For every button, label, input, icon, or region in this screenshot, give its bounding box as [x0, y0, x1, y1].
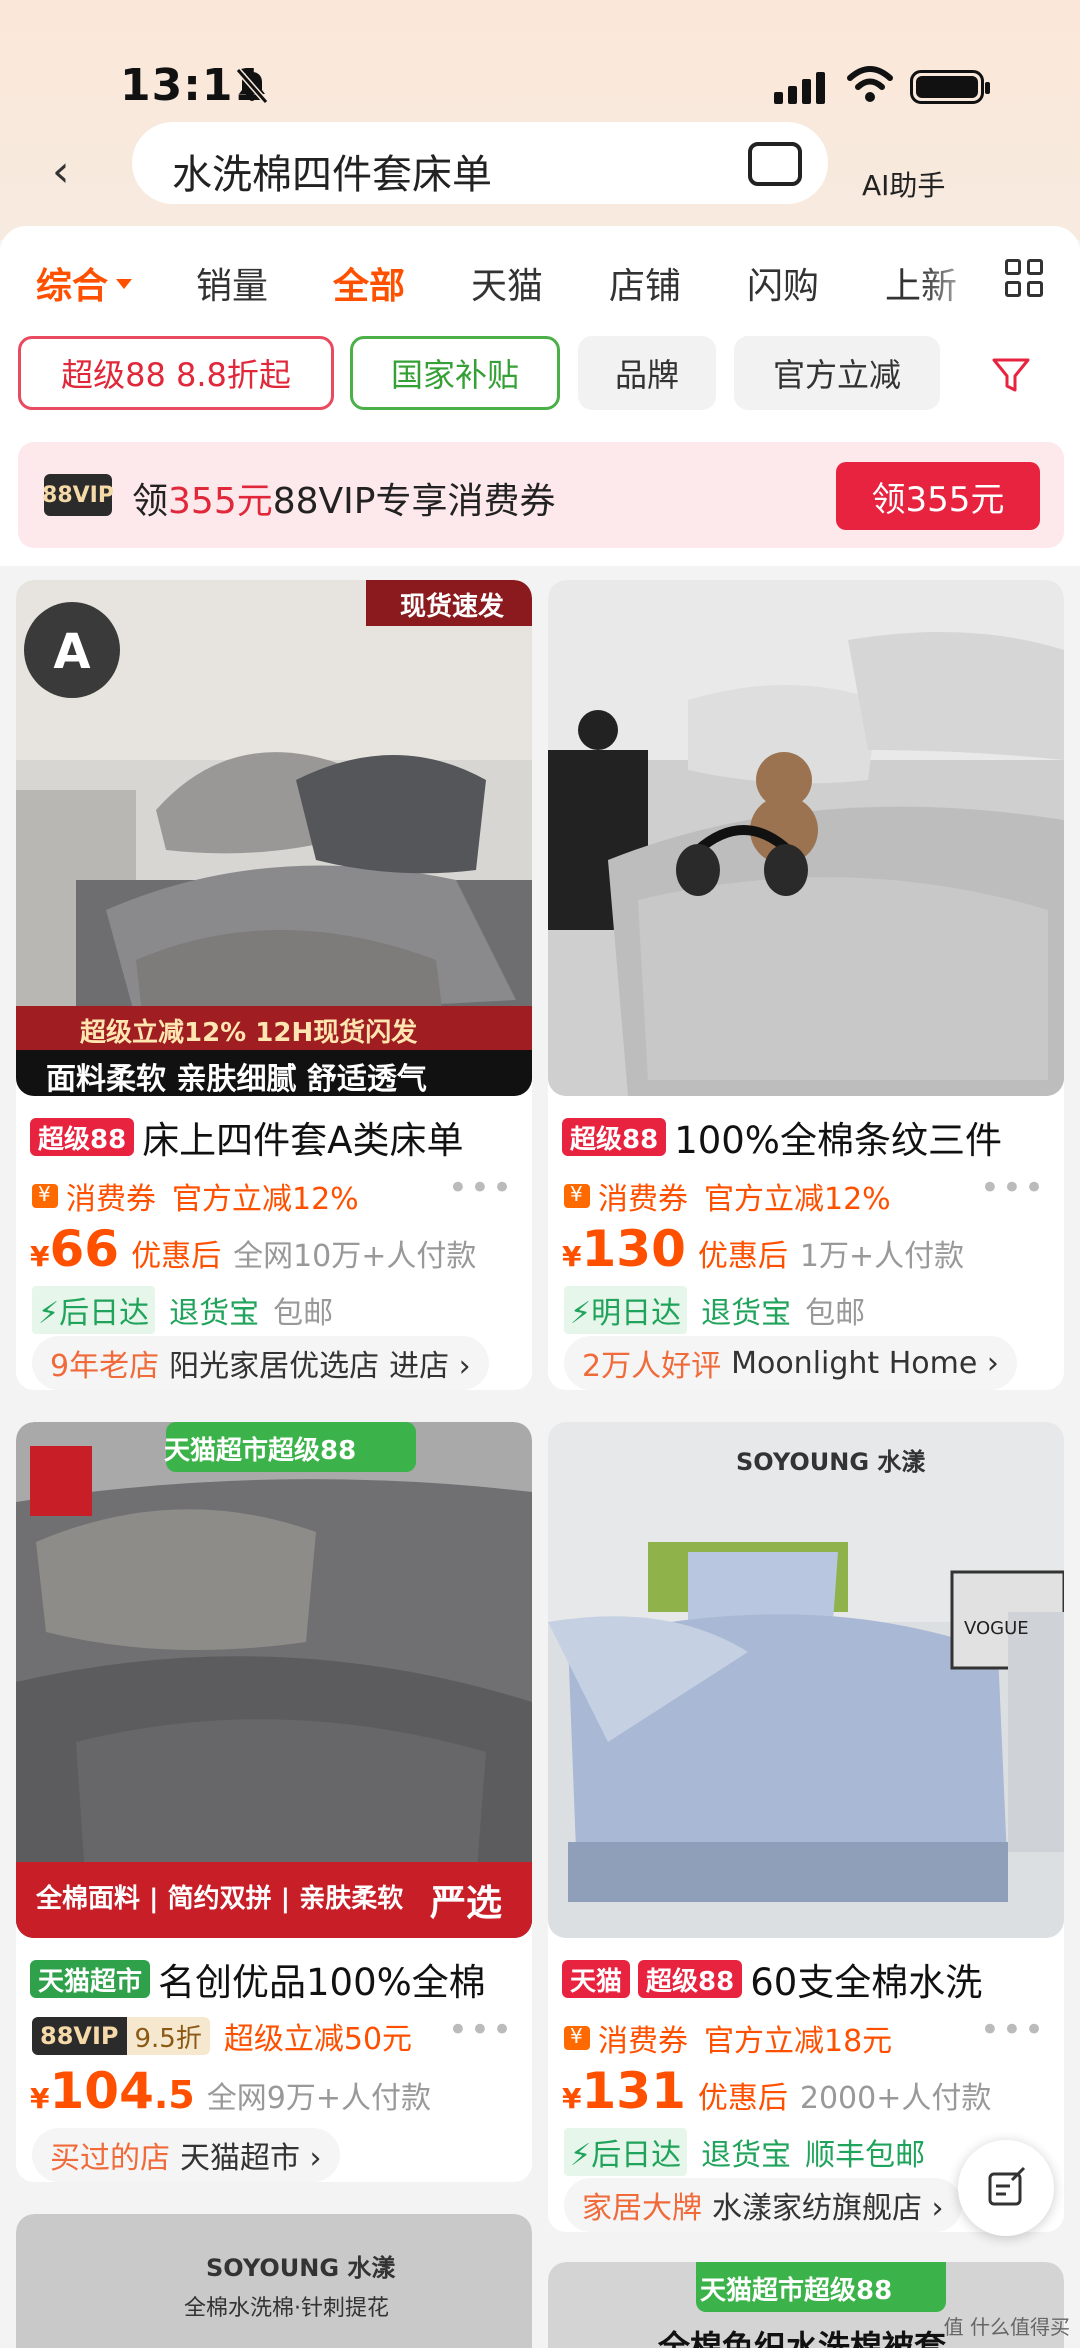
image-strip: 全棉面料 | 简约双拼 | 亲肤柔软 [36, 1884, 404, 1914]
product-card[interactable]: 超级88 100%全棉条纹三件 消费券 官方立减12% ••• ¥130 优惠后… [548, 580, 1064, 1390]
vip-coupon-banner[interactable]: 88VIP 领355元88VIP专享消费券 领355元 [18, 442, 1064, 548]
service-line: ⚡明日达 退货宝 包邮 [564, 1286, 865, 1334]
image-strip2: 面料柔软 亲肤细腻 舒适透气 [46, 1062, 427, 1096]
shop-link[interactable]: 9年老店 阳光家居优选店 进店 › [32, 1336, 489, 1390]
coupon-icon [32, 1182, 58, 1208]
price-line: ¥66 优惠后 全网10万+人付款 [30, 1220, 477, 1278]
more-options-icon[interactable]: ••• [980, 1168, 1046, 1208]
ai-assistant-button[interactable]: AI助手 [862, 164, 945, 204]
more-options-icon[interactable]: ••• [980, 2010, 1046, 2050]
delivery-badge: ⚡后日达 [564, 2128, 688, 2176]
image-caption: 全棉色织水洗棉被套 [658, 2328, 947, 2348]
image-magazine: VOGUE [964, 1618, 1029, 1639]
delivery-badge: ⚡后日达 [32, 1286, 156, 1334]
search-input[interactable]: 水洗棉四件套床单 [132, 122, 828, 204]
filter-national-subsidy[interactable]: 国家补贴 [350, 336, 560, 410]
brand-logo: SOYOUNG 水漾 [206, 2254, 396, 2282]
product-image: A 现货速发 超级立减12% 12H现货闪发 面料柔软 亲肤细腻 舒适透气 [16, 580, 532, 1096]
coupon-line: 消费券 官方立减18元 [564, 2016, 892, 2060]
search-query: 水洗棉四件套床单 [172, 152, 492, 198]
shop-link[interactable]: 买过的店 天猫超市 › [32, 2128, 340, 2182]
image-top-label: 天猫超市超级88 [700, 2276, 893, 2306]
tab-flash[interactable]: 闪购 [747, 257, 819, 309]
tag-tmall-supermarket: 天猫超市 [30, 1960, 151, 1998]
shop-link[interactable]: 家居大牌 水漾家纺旗舰店 › [564, 2178, 962, 2232]
product-image [548, 580, 1064, 1096]
tab-shop[interactable]: 店铺 [609, 257, 681, 309]
more-options-icon[interactable]: ••• [448, 1168, 514, 1208]
vip-coupon-text: 领355元88VIP专享消费券 [132, 481, 556, 522]
product-title: 超级88 床上四件套A类床单 [30, 1110, 464, 1164]
grid-view-icon[interactable] [1005, 259, 1045, 299]
filter-official-discount[interactable]: 官方立减 [734, 336, 940, 410]
product-title: 天猫超市 名创优品100%全棉 [30, 1952, 486, 2006]
vip-tag: 88VIP [32, 2017, 127, 2055]
camera-icon[interactable] [748, 142, 802, 186]
tag-super88: 超级88 [638, 1960, 743, 1998]
svg-text:A: A [53, 624, 90, 680]
caret-down-icon [116, 279, 133, 289]
product-card[interactable]: SOYOUNG 水漾 全棉水洗棉·针刺提花 [16, 2214, 532, 2348]
back-arrow-icon[interactable]: ‹ [52, 150, 70, 194]
product-card[interactable]: 天猫超市超级88 全棉面料 | 简约双拼 | 亲肤柔软 严选 天猫超市 名创优品… [16, 1422, 532, 2182]
product-image: 天猫超市超级88 全棉面料 | 简约双拼 | 亲肤柔软 严选 [16, 1422, 532, 1938]
filter-super88[interactable]: 超级88 8.8折起 [18, 336, 334, 410]
tab-sales[interactable]: 销量 [196, 257, 268, 309]
filter-brand[interactable]: 品牌 [578, 336, 716, 410]
price-line: ¥104.5 全网9万+人付款 [30, 2062, 431, 2120]
product-card[interactable]: A 现货速发 超级立减12% 12H现货闪发 面料柔软 亲肤细腻 舒适透气 超级… [16, 580, 532, 1390]
product-title: 超级88 100%全棉条纹三件 [562, 1110, 1002, 1164]
discount-line: 88VIP 9.5折 超级立减50元 [32, 2014, 412, 2058]
filter-funnel-icon[interactable] [990, 356, 1032, 396]
coupon-line: 消费券 官方立减12% [564, 1174, 891, 1218]
service-line: ⚡后日达 退货宝 包邮 [32, 1286, 333, 1334]
coupon-icon [564, 2024, 590, 2050]
edit-note-icon [988, 2166, 1026, 2206]
brand-logo: SOYOUNG 水漾 [736, 1448, 926, 1476]
watermark: 值 什么值得买 [943, 2315, 1070, 2339]
coupon-line: 消费券 官方立减12% [32, 1174, 359, 1218]
more-options-icon[interactable]: ••• [448, 2010, 514, 2050]
coupon-icon [564, 1182, 590, 1208]
image-top-label: 现货速发 [400, 592, 505, 622]
tab-comprehensive[interactable]: 综合 [36, 257, 133, 309]
price-line: ¥131 优惠后 2000+人付款 [562, 2062, 992, 2120]
product-card[interactable]: SOYOUNG 水漾 VOGUE 天猫 超级88 60支全棉水洗 消费券 官方立… [548, 1422, 1064, 2232]
image-top-label: 天猫超市超级88 [164, 1436, 357, 1466]
tab-all[interactable]: 全部 [333, 257, 405, 309]
product-image: SOYOUNG 水漾 VOGUE [548, 1422, 1064, 1938]
tag-super88: 超级88 [562, 1118, 667, 1156]
image-strip1: 超级立减12% 12H现货闪发 [80, 1018, 418, 1048]
price-line: ¥130 优惠后 1万+人付款 [562, 1220, 965, 1278]
vip-badge: 88VIP [42, 474, 114, 516]
bell-muted-icon [235, 68, 269, 104]
shop-link[interactable]: 2万人好评 Moonlight Home › [564, 1336, 1017, 1390]
claim-coupon-button[interactable]: 领355元 [836, 462, 1040, 530]
signal-icon [774, 72, 825, 104]
product-title: 天猫 超级88 60支全棉水洗 [562, 1952, 982, 2006]
wifi-icon [847, 66, 893, 102]
product-image: SOYOUNG 水漾 全棉水洗棉·针刺提花 [16, 2214, 532, 2348]
floating-edit-button[interactable] [958, 2140, 1054, 2236]
tag-tmall: 天猫 [562, 1960, 631, 1998]
image-sub: 全棉水洗棉·针刺提花 [184, 2296, 389, 2321]
tab-tmall[interactable]: 天猫 [471, 257, 543, 309]
image-stamp: 严选 [430, 1883, 503, 1924]
tag-super88: 超级88 [30, 1118, 135, 1156]
tab-fade [920, 250, 990, 310]
delivery-badge: ⚡明日达 [564, 1286, 688, 1334]
top-background [0, 0, 1080, 240]
battery-icon [910, 70, 990, 104]
service-line: ⚡后日达 退货宝 顺丰包邮 [564, 2128, 939, 2176]
